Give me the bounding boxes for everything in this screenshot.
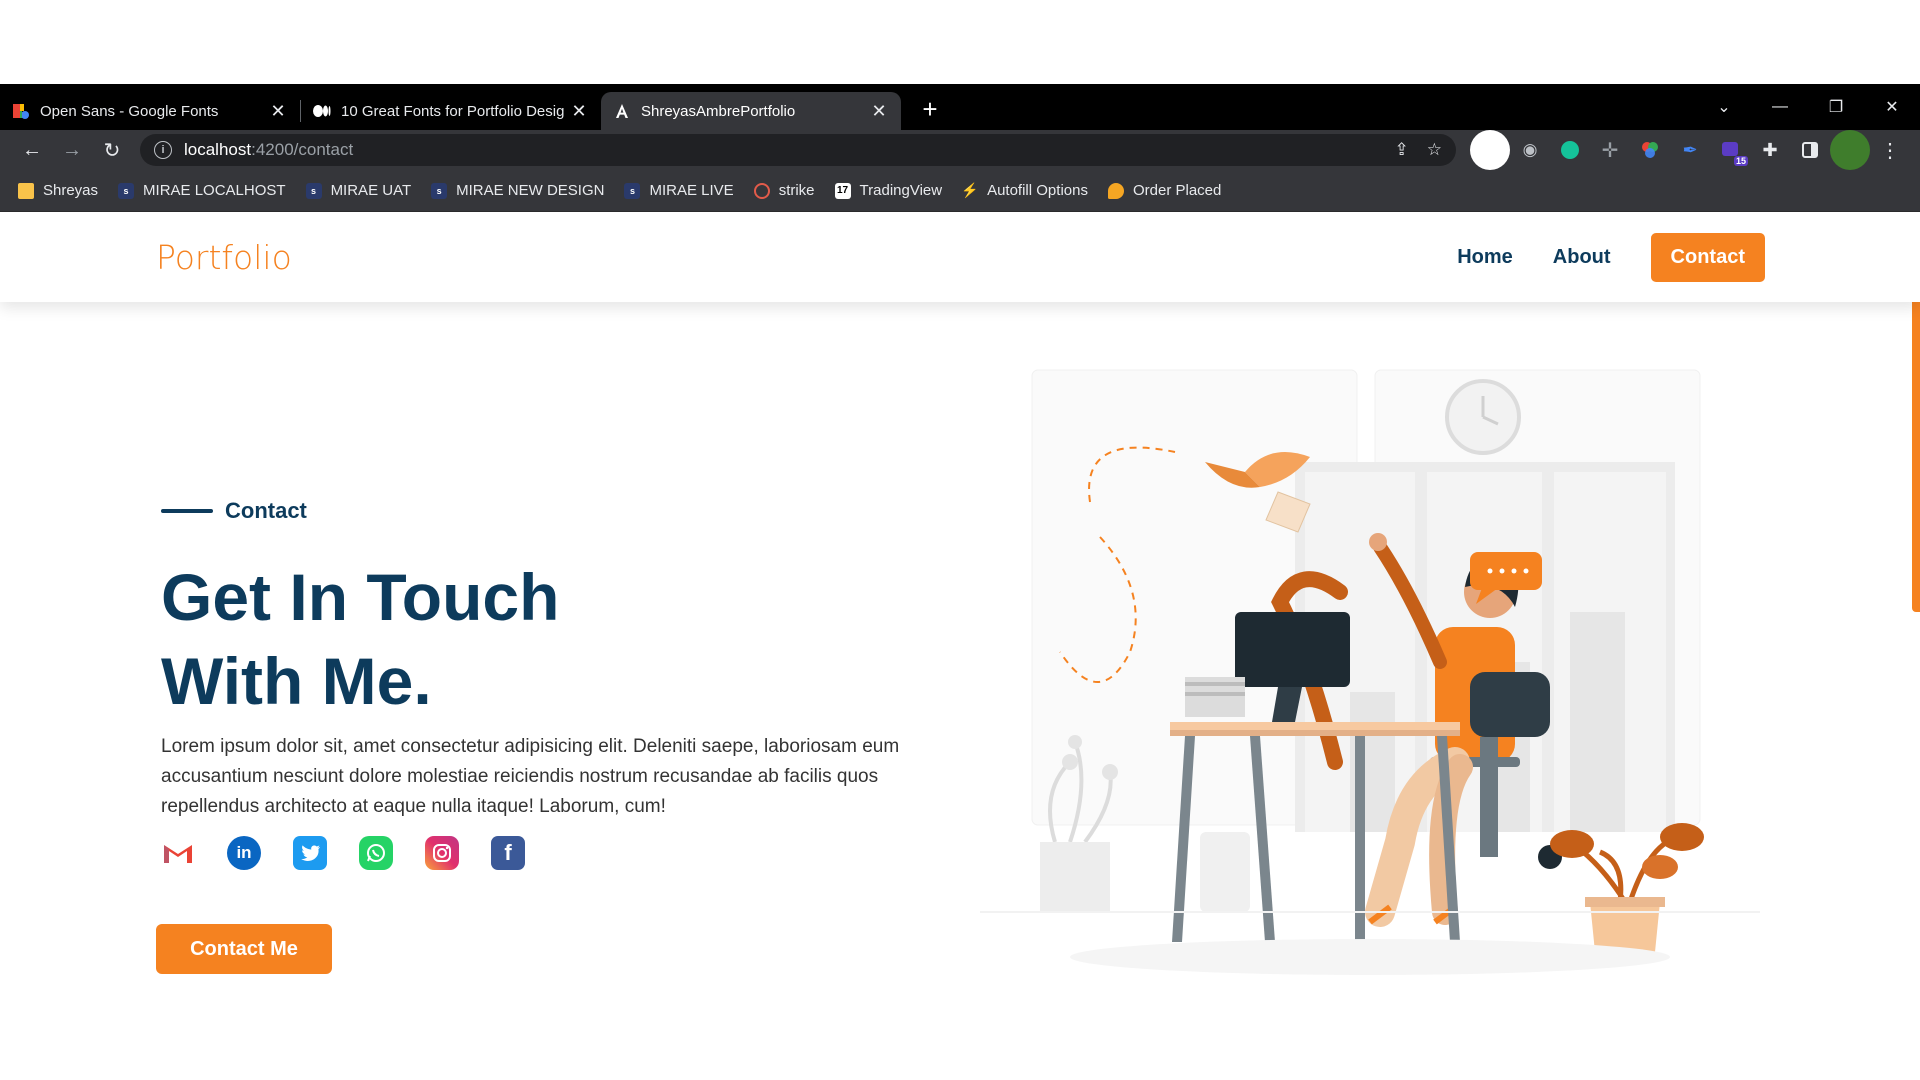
desktop-strip bbox=[0, 0, 1920, 84]
social-links: in f bbox=[161, 836, 557, 870]
window-controls: ⌄ — ❐ ✕ bbox=[1696, 84, 1920, 130]
minimize-icon[interactable]: — bbox=[1752, 98, 1808, 116]
browser-toolbar: ← → ↻ i localhost:4200/contact ⇪ ☆ ◉ ✛ ✒… bbox=[0, 130, 1920, 170]
section-eyebrow: Contact bbox=[161, 498, 307, 524]
contact-me-button[interactable]: Contact Me bbox=[156, 924, 332, 974]
bookmark-mirae-live[interactable]: s MIRAE LIVE bbox=[624, 182, 734, 199]
heading-line-1: Get In Touch bbox=[161, 560, 560, 634]
bookmark-label: MIRAE UAT bbox=[330, 182, 412, 199]
reload-icon[interactable]: ↻ bbox=[92, 138, 132, 163]
autofill-icon: ⚡ bbox=[961, 182, 979, 198]
linkedin-icon[interactable]: in bbox=[227, 836, 261, 870]
side-panel-icon[interactable] bbox=[1790, 130, 1830, 170]
bookmark-star-icon[interactable]: ☆ bbox=[1427, 140, 1442, 160]
extension-badge: 15 bbox=[1733, 156, 1748, 166]
description: Lorem ipsum dolor sit, amet consectetur … bbox=[161, 736, 900, 817]
instagram-icon[interactable] bbox=[425, 836, 459, 870]
profile-avatar[interactable] bbox=[1830, 130, 1870, 170]
tab-search-icon[interactable]: ⌄ bbox=[1696, 97, 1752, 117]
eyebrow-line bbox=[161, 509, 213, 513]
tab-strip: Open Sans - Google Fonts ✕ 10 Great Font… bbox=[0, 84, 1920, 130]
twitter-icon[interactable] bbox=[293, 836, 327, 870]
bookmark-label: Autofill Options bbox=[987, 182, 1088, 199]
puzzle-icon[interactable]: ✚ bbox=[1750, 130, 1790, 170]
extension-white-icon[interactable] bbox=[1470, 130, 1510, 170]
stock-icon: s bbox=[118, 182, 135, 199]
bookmark-label: Shreyas bbox=[43, 182, 99, 199]
order-icon bbox=[1107, 182, 1124, 199]
stock-icon: s bbox=[624, 182, 641, 199]
bookmark-tradingview[interactable]: 17 TradingView bbox=[834, 182, 943, 199]
url-path: :4200/contact bbox=[251, 140, 354, 159]
new-tab-button[interactable]: + bbox=[915, 94, 945, 125]
share-icon[interactable]: ⇪ bbox=[1395, 140, 1409, 160]
contact-illustration bbox=[960, 362, 1780, 1022]
eyebrow-label: Contact bbox=[225, 498, 307, 523]
menu-icon[interactable]: ⋮ bbox=[1870, 130, 1910, 170]
page-content: Portfolio Home About Contact Contact Get… bbox=[0, 212, 1920, 1080]
facebook-icon[interactable]: f bbox=[491, 836, 525, 870]
bookmark-order-placed[interactable]: Order Placed bbox=[1107, 182, 1222, 199]
tab-portfolio[interactable]: ShreyasAmbrePortfolio ✕ bbox=[601, 92, 901, 130]
close-icon[interactable]: ✕ bbox=[569, 101, 589, 122]
color-picker-icon[interactable] bbox=[1630, 130, 1670, 170]
bookmarks-bar: Shreyas s MIRAE LOCALHOST s MIRAE UAT s MIR… bbox=[0, 170, 1920, 212]
heading-line-2: With Me. bbox=[161, 644, 432, 718]
nav-contact-button[interactable]: Contact bbox=[1650, 232, 1765, 282]
bookmark-autofill-options[interactable]: ⚡ Autofill Options bbox=[961, 182, 1088, 199]
stock-icon: s bbox=[431, 182, 448, 199]
restore-icon[interactable]: ❐ bbox=[1808, 97, 1864, 117]
bookmark-strike[interactable]: strike bbox=[753, 182, 815, 199]
camera-icon[interactable]: ◉ bbox=[1510, 130, 1550, 170]
tab-title: ShreyasAmbrePortfolio bbox=[641, 102, 796, 120]
tab-medium[interactable]: 10 Great Fonts for Portfolio Desig ✕ bbox=[301, 92, 601, 130]
tab-title: Open Sans - Google Fonts bbox=[40, 102, 219, 120]
forward-icon[interactable]: → bbox=[52, 139, 92, 162]
extension-badge-icon[interactable]: 15 bbox=[1710, 130, 1750, 170]
bookmark-label: MIRAE LOCALHOST bbox=[143, 182, 286, 199]
bookmark-shreyas[interactable]: Shreyas bbox=[18, 182, 98, 199]
site-info-icon[interactable]: i bbox=[154, 141, 172, 159]
gmail-icon[interactable] bbox=[161, 836, 195, 870]
strike-icon bbox=[753, 182, 770, 199]
close-icon[interactable]: ✕ bbox=[869, 101, 889, 122]
bookmark-label: MIRAE LIVE bbox=[649, 182, 734, 199]
bookmark-mirae-new-design[interactable]: s MIRAE NEW DESIGN bbox=[431, 182, 604, 199]
angular-icon bbox=[613, 102, 631, 120]
extensions-area: ◉ ✛ ✒ 15 ✚ ⋮ bbox=[1470, 130, 1910, 170]
bookmark-label: TradingView bbox=[859, 182, 943, 199]
close-icon[interactable]: ✕ bbox=[268, 101, 288, 122]
nav-about[interactable]: About bbox=[1553, 246, 1611, 269]
nav-home[interactable]: Home bbox=[1457, 246, 1513, 269]
medium-icon bbox=[313, 102, 331, 120]
site-logo[interactable]: Portfolio bbox=[156, 238, 292, 277]
bookmark-label: Order Placed bbox=[1132, 182, 1222, 199]
bookmark-mirae-uat[interactable]: s MIRAE UAT bbox=[305, 182, 412, 199]
back-icon[interactable]: ← bbox=[12, 139, 52, 162]
tradingview-icon: 17 bbox=[834, 182, 851, 199]
address-bar[interactable]: i localhost:4200/contact ⇪ ☆ bbox=[140, 134, 1456, 166]
whatsapp-icon[interactable] bbox=[359, 836, 393, 870]
bookmark-mirae-localhost[interactable]: s MIRAE LOCALHOST bbox=[118, 182, 286, 199]
crosshair-icon[interactable]: ✛ bbox=[1590, 130, 1630, 170]
feather-icon[interactable]: ✒ bbox=[1670, 130, 1710, 170]
grammarly-icon[interactable] bbox=[1550, 130, 1590, 170]
tab-google-fonts[interactable]: Open Sans - Google Fonts ✕ bbox=[0, 92, 300, 130]
tab-title: 10 Great Fonts for Portfolio Desig bbox=[341, 102, 565, 120]
bookmark-label: strike bbox=[778, 182, 815, 199]
site-navbar: Portfolio Home About Contact bbox=[0, 212, 1920, 302]
page-heading: Get In Touch With Me. bbox=[161, 555, 861, 723]
bookmark-label: MIRAE NEW DESIGN bbox=[456, 182, 605, 199]
google-fonts-icon bbox=[12, 102, 30, 120]
stock-icon: s bbox=[305, 182, 322, 199]
folder-icon bbox=[18, 182, 34, 199]
url-host: localhost bbox=[184, 140, 252, 159]
close-window-icon[interactable]: ✕ bbox=[1864, 97, 1920, 117]
